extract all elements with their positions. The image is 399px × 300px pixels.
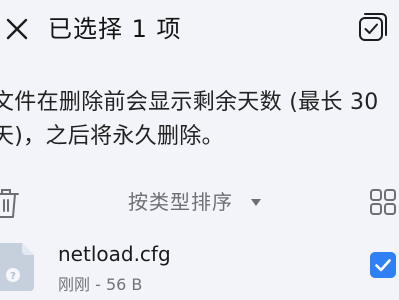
trash-icon[interactable] (0, 186, 20, 220)
unknown-file-icon: ? (0, 241, 36, 293)
file-name: netload.cfg (58, 242, 171, 266)
info-line-1: 文件在删除前会显示剩余天数 (最长 30 (0, 90, 379, 115)
grid-view-icon[interactable] (369, 188, 397, 216)
file-meta: 刚刚 - 56 B (58, 275, 143, 294)
caret-down-icon (251, 199, 261, 206)
checkbox-checked-icon[interactable] (370, 252, 396, 278)
sort-bar: 按类型排序 (0, 182, 399, 224)
selection-title: 已选择 1 项 (48, 15, 182, 43)
svg-text:?: ? (10, 271, 16, 282)
top-bar: 已选择 1 项 (0, 0, 399, 62)
sort-by-type-button[interactable]: 按类型排序 (128, 186, 233, 218)
select-all-icon[interactable] (356, 10, 390, 44)
close-icon[interactable] (2, 14, 32, 44)
info-line-2: 天)，之后将永久删除。 (0, 124, 224, 149)
recycle-bin-info: 文件在删除前会显示剩余天数 (最长 30 天)，之后将永久删除。 (0, 86, 399, 154)
file-list-item[interactable]: ? netload.cfg 刚刚 - 56 B (0, 236, 399, 300)
